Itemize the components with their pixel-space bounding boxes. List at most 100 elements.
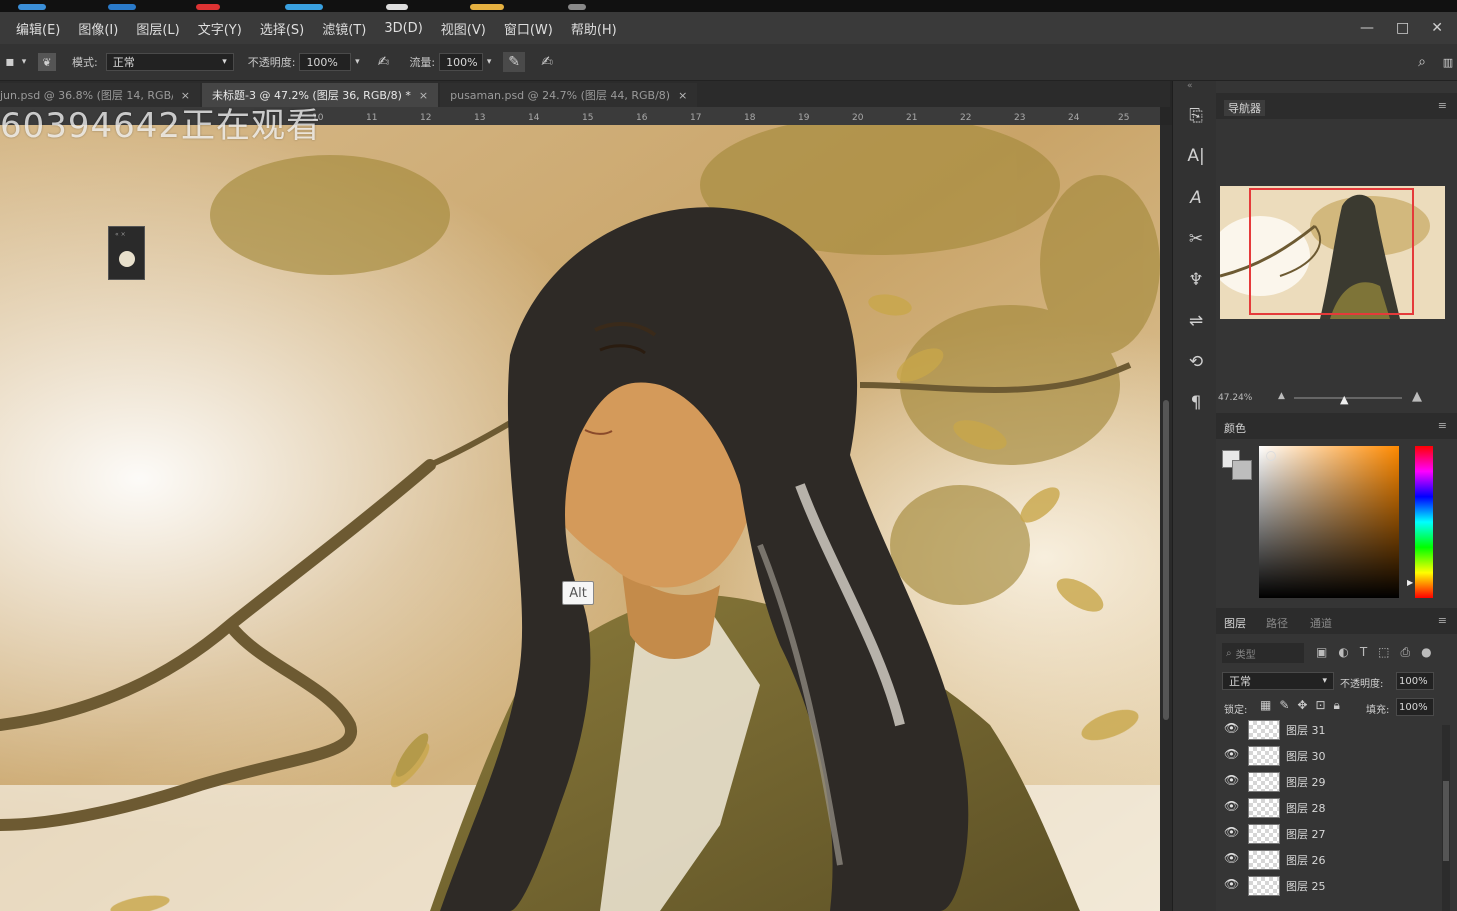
type-filter-icon[interactable]: T — [1360, 645, 1367, 660]
lock-pixels-icon[interactable]: ✎ — [1279, 698, 1289, 713]
layer-row[interactable]: 👁︎ 图层 29 — [1216, 768, 1441, 794]
glyph-icon[interactable]: A — [1183, 185, 1209, 211]
taskbar-icon[interactable] — [108, 4, 136, 10]
panel-grip-icon[interactable]: « × — [115, 231, 126, 238]
chevron-down-icon[interactable]: ▾ — [18, 57, 30, 67]
navigator-zoom-row: 47.24% ▲ ▲ ▲ — [1216, 385, 1457, 411]
taskbar-icon[interactable] — [285, 4, 323, 10]
menu-item-view[interactable]: 视图(V) — [441, 19, 486, 38]
floating-mini-panel[interactable]: « × — [108, 226, 145, 280]
collapse-icon[interactable]: « — [1187, 81, 1193, 91]
menu-item-image[interactable]: 图像(I) — [78, 19, 118, 38]
minimize-button[interactable]: — — [1360, 20, 1374, 36]
layer-row[interactable]: 👁︎ 图层 27 — [1216, 820, 1441, 846]
blend-mode-select[interactable]: 正常 ▾ — [1222, 672, 1334, 690]
mode-select[interactable]: 正常 ▾ — [105, 53, 234, 71]
puppet-icon[interactable]: ♆ — [1183, 267, 1209, 293]
tab-paths[interactable]: 路径 — [1266, 615, 1288, 631]
taskbar-icon[interactable] — [386, 4, 408, 10]
lock-transparent-icon[interactable]: ▦ — [1260, 698, 1271, 713]
layer-row[interactable]: 👁︎ 图层 31 — [1216, 716, 1441, 742]
maximize-button[interactable]: □ — [1396, 20, 1409, 36]
panel-menu-icon[interactable]: ≡ — [1438, 614, 1447, 627]
layer-row[interactable]: 👁︎ 图层 25 — [1216, 872, 1441, 898]
layer-row[interactable]: 👁︎ 图层 30 — [1216, 742, 1441, 768]
history-icon[interactable]: ⟲ — [1183, 349, 1209, 375]
navigator-view-box[interactable] — [1249, 188, 1414, 315]
brush-settings-icon[interactable]: ❦ — [38, 53, 56, 71]
search-icon[interactable]: ⌕ — [1413, 54, 1431, 70]
tab-color[interactable]: 颜色 — [1224, 420, 1246, 436]
menu-item-3d[interactable]: 3D(D) — [384, 21, 422, 36]
artboard-icon[interactable]: ⊡ — [1315, 698, 1325, 713]
image-filter-icon[interactable]: ▣ — [1316, 645, 1327, 660]
shape-filter-icon[interactable]: ⬚ — [1378, 645, 1389, 660]
close-icon[interactable]: × — [419, 89, 428, 102]
hue-slider-handle[interactable]: ▶ — [1407, 578, 1413, 587]
color-picker-cursor[interactable] — [1266, 451, 1276, 461]
close-icon[interactable]: × — [678, 89, 687, 102]
menu-item-window[interactable]: 窗口(W) — [504, 19, 553, 38]
zoom-value[interactable]: 47.24% — [1218, 393, 1252, 403]
panel-tool-strip: « ⎘ A| A ✂ ♆ ⇌ ⟲ ¶ — [1172, 81, 1217, 911]
filter-placeholder: 类型 — [1235, 649, 1256, 661]
layer-opacity-input[interactable]: 100% — [1396, 672, 1434, 690]
adjustment-filter-icon[interactable]: ◐ — [1338, 645, 1348, 660]
scrollbar-thumb[interactable] — [1163, 400, 1169, 720]
layers-scrollbar-thumb[interactable] — [1443, 781, 1449, 861]
opacity-input[interactable]: 100% — [299, 53, 352, 71]
tab-document-3[interactable]: pusaman.psd @ 24.7% (图层 44, RGB/8) × — [440, 83, 698, 107]
zoom-out-icon[interactable]: ▲ — [1278, 391, 1285, 401]
lock-icon[interactable]: 🔒︎ — [1334, 698, 1340, 713]
panel-menu-icon[interactable]: ≡ — [1438, 99, 1447, 112]
layer-row[interactable]: 👁︎ 图层 26 — [1216, 846, 1441, 872]
taskbar-icon[interactable] — [196, 4, 220, 10]
eye-icon[interactable]: 👁︎ — [1224, 877, 1239, 891]
brush-preset-icon[interactable]: ▪ — [2, 54, 18, 70]
eye-icon[interactable]: 👁︎ — [1224, 825, 1239, 839]
pressure-opacity-icon[interactable]: ✍ — [373, 54, 393, 70]
lock-position-icon[interactable]: ✥ — [1297, 698, 1307, 713]
menu-item-select[interactable]: 选择(S) — [260, 19, 304, 38]
tools-icon[interactable]: ✂ — [1183, 226, 1209, 252]
filter-toggle-icon[interactable]: ● — [1421, 645, 1431, 660]
character-icon[interactable]: A| — [1183, 143, 1209, 169]
layer-filter-input[interactable]: ⌕ 类型 — [1222, 643, 1304, 663]
taskbar-icon[interactable] — [470, 4, 504, 10]
zoom-in-icon[interactable]: ▲ — [1412, 389, 1422, 404]
document-canvas[interactable] — [0, 125, 1160, 911]
paragraph-icon[interactable]: ¶ — [1183, 390, 1209, 416]
pressure-size-icon[interactable]: ✍ — [537, 54, 557, 70]
flow-input[interactable]: 100% — [439, 53, 484, 71]
layer-row[interactable]: 👁︎ 图层 28 — [1216, 794, 1441, 820]
taskbar-icon[interactable] — [18, 4, 46, 10]
menu-item-filter[interactable]: 滤镜(T) — [322, 19, 366, 38]
color-picker-field[interactable] — [1259, 446, 1399, 598]
eye-icon[interactable]: 👁︎ — [1224, 721, 1239, 735]
chevron-down-icon[interactable]: ▾ — [483, 57, 495, 67]
fill-input[interactable]: 100% — [1396, 698, 1434, 716]
menu-item-type[interactable]: 文字(Y) — [198, 19, 242, 38]
taskbar-icon[interactable] — [568, 4, 586, 10]
zoom-slider-handle[interactable]: ▲ — [1340, 393, 1348, 406]
tab-layers[interactable]: 图层 — [1224, 615, 1246, 631]
close-button[interactable]: ✕ — [1431, 20, 1443, 36]
adjust-icon[interactable]: ⇌ — [1183, 308, 1209, 334]
airbrush-icon[interactable]: ✎ — [503, 52, 526, 72]
background-color-swatch[interactable] — [1232, 460, 1252, 480]
workspace-icon[interactable]: ▥ — [1441, 56, 1455, 69]
eye-icon[interactable]: 👁︎ — [1224, 851, 1239, 865]
eye-icon[interactable]: 👁︎ — [1224, 799, 1239, 813]
eye-icon[interactable]: 👁︎ — [1224, 747, 1239, 761]
tab-navigator[interactable]: 导航器 — [1224, 100, 1265, 116]
menu-item-layer[interactable]: 图层(L) — [136, 19, 179, 38]
chevron-down-icon[interactable]: ▾ — [351, 57, 363, 67]
smart-object-filter-icon[interactable]: ⎙ — [1401, 645, 1411, 660]
eye-icon[interactable]: 👁︎ — [1224, 773, 1239, 787]
menu-item-edit[interactable]: 编辑(E) — [16, 19, 60, 38]
panel-menu-icon[interactable]: ≡ — [1438, 419, 1447, 432]
tab-channels[interactable]: 通道 — [1310, 615, 1332, 631]
menu-item-help[interactable]: 帮助(H) — [571, 19, 617, 38]
hue-slider[interactable] — [1415, 446, 1433, 598]
clone-source-icon[interactable]: ⎘ — [1183, 103, 1209, 129]
